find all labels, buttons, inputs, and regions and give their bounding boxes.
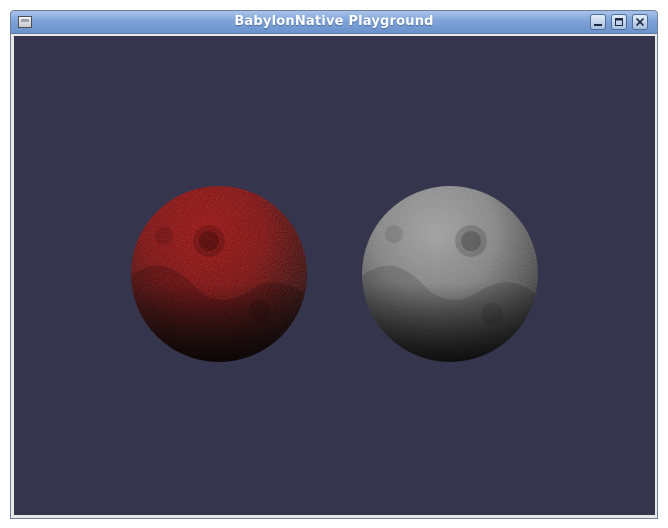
minimize-button[interactable]: [590, 14, 606, 30]
scene-3d: [131, 186, 538, 362]
close-button[interactable]: [632, 14, 648, 30]
maximize-button[interactable]: [611, 14, 627, 30]
minimize-icon: [594, 24, 602, 26]
close-icon: [636, 18, 644, 26]
maximize-icon: [615, 18, 623, 26]
window-title: BabylonNative Playground: [234, 14, 434, 29]
render-canvas[interactable]: [14, 36, 655, 515]
gray-textured-sphere: [362, 186, 538, 362]
app-window: BabylonNative Playground: [10, 10, 658, 519]
red-textured-sphere: [131, 186, 307, 362]
title-bar[interactable]: BabylonNative Playground: [11, 11, 657, 34]
